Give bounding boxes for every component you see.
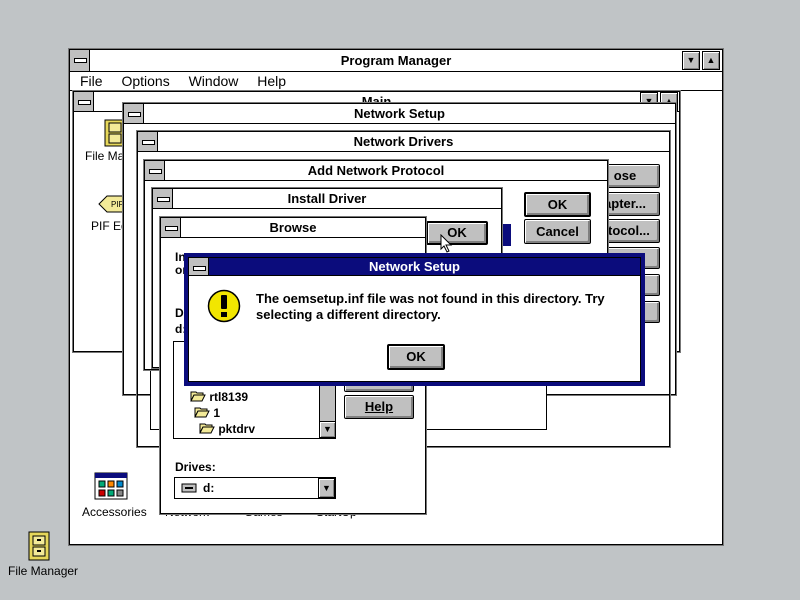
desktop-file-manager-label: File Manager <box>8 564 79 578</box>
desktop-file-manager[interactable]: File Manager <box>6 530 79 580</box>
browse-help-button[interactable]: Help <box>344 395 414 419</box>
alert-titlebar[interactable]: Network Setup <box>189 258 640 276</box>
install-driver-titlebar[interactable]: Install Driver <box>153 189 501 209</box>
add-protocol-system-menu[interactable] <box>145 161 165 180</box>
alert-dialog: Network Setup The oemsetup.inf file was … <box>184 253 645 386</box>
drives-dropdown-value: d: <box>203 481 215 495</box>
menu-help[interactable]: Help <box>257 73 286 89</box>
add-protocol-titlebar[interactable]: Add Network Protocol <box>145 161 607 181</box>
install-driver-input-fragment <box>503 224 511 246</box>
alert-ok-button[interactable]: OK <box>387 344 445 370</box>
group-accessories[interactable]: Accessories <box>82 472 147 522</box>
drives-label: Drives: <box>175 460 216 474</box>
program-manager-titlebar[interactable]: Program Manager <box>70 50 722 72</box>
browse-title: Browse <box>269 220 317 235</box>
drives-dropdown[interactable]: d: ▼ <box>174 477 336 499</box>
add-protocol-ok-button[interactable]: OK <box>524 192 591 217</box>
alert-system-menu[interactable] <box>189 258 209 275</box>
menu-bar: File Options Window Help <box>80 73 301 89</box>
group-accessories-label: Accessories <box>82 505 147 519</box>
exclamation-icon <box>207 289 241 323</box>
browse-system-menu[interactable] <box>161 218 181 237</box>
network-setup-system-menu[interactable] <box>124 104 144 123</box>
alert-title: Network Setup <box>368 259 460 274</box>
browse-directories-label-fragment: D <box>175 306 184 320</box>
open-folder-icon <box>199 423 215 434</box>
folder-item-pktdrv[interactable]: pktdrv <box>199 422 255 436</box>
add-protocol-cancel-label: Cancel <box>536 224 579 239</box>
alert-message-line1: The oemsetup.inf file was not found in t… <box>256 291 605 306</box>
program-manager-title: Program Manager <box>340 53 452 68</box>
folder-1-label: 1 <box>213 406 221 420</box>
program-group-icon <box>94 472 128 500</box>
browse-titlebar[interactable]: Browse <box>161 218 425 238</box>
network-setup-title: Network Setup <box>353 106 445 121</box>
install-driver-title: Install Driver <box>287 191 367 206</box>
folder-item-rtl8139[interactable]: rtl8139 <box>190 390 248 404</box>
menu-window[interactable]: Window <box>189 73 239 89</box>
dropdown-arrow-icon[interactable]: ▼ <box>318 478 335 498</box>
menu-options[interactable]: Options <box>121 73 169 89</box>
network-drivers-system-menu[interactable] <box>138 132 158 151</box>
browse-help-label: Help <box>364 399 394 414</box>
install-driver-ok-button[interactable]: OK <box>426 221 488 245</box>
scroll-down-icon[interactable]: ▼ <box>319 421 336 438</box>
network-setup-titlebar[interactable]: Network Setup <box>124 104 675 124</box>
add-protocol-ok-label: OK <box>547 197 568 212</box>
drive-icon <box>181 483 197 493</box>
main-group-system-menu[interactable] <box>74 92 94 111</box>
open-folder-icon <box>190 391 206 402</box>
network-drivers-titlebar[interactable]: Network Drivers <box>138 132 669 152</box>
folder-item-1[interactable]: 1 <box>194 406 220 420</box>
svg-text:PIF: PIF <box>111 200 124 209</box>
menu-file[interactable]: File <box>80 73 103 89</box>
program-manager-system-menu[interactable] <box>70 50 90 71</box>
add-protocol-title: Add Network Protocol <box>307 163 445 178</box>
network-drivers-title: Network Drivers <box>353 134 454 149</box>
open-folder-icon <box>194 407 210 418</box>
install-driver-system-menu[interactable] <box>153 189 173 208</box>
mouse-cursor-icon <box>440 234 453 253</box>
alert-ok-label: OK <box>406 349 426 364</box>
minimize-icon[interactable]: ▼ <box>682 51 700 70</box>
folder-rtl8139-label: rtl8139 <box>209 390 249 404</box>
alert-dialog-body: Network Setup The oemsetup.inf file was … <box>188 257 641 382</box>
file-cabinet-icon <box>28 531 50 561</box>
add-protocol-cancel-button[interactable]: Cancel <box>524 219 591 244</box>
folder-pktdrv-label: pktdrv <box>218 422 256 436</box>
maximize-icon[interactable]: ▲ <box>702 51 720 70</box>
alert-message-line2: selecting a different directory. <box>256 307 441 322</box>
